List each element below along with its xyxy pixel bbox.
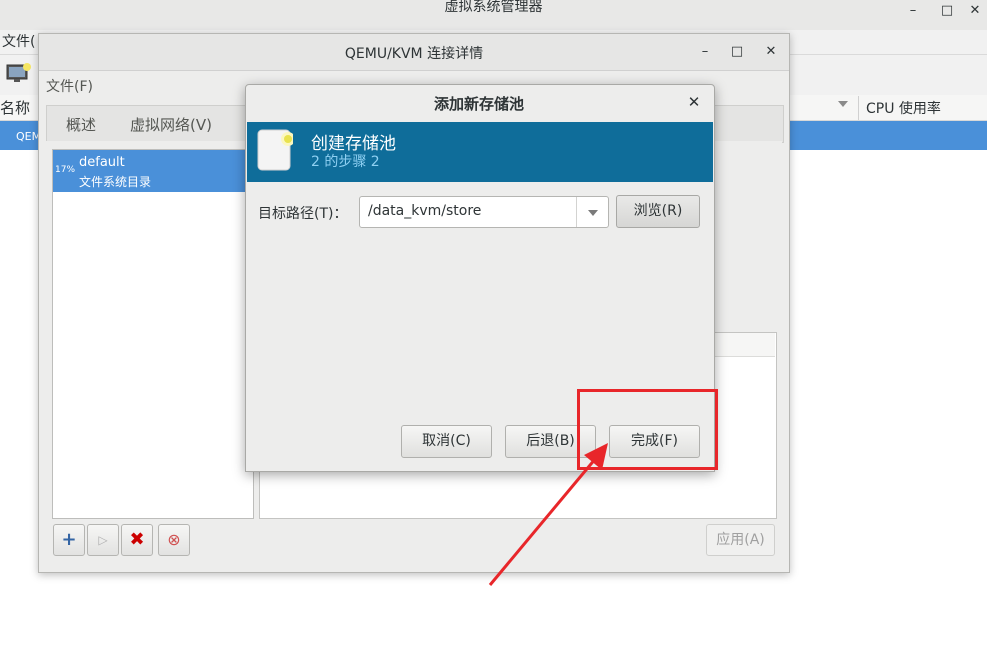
stop-icon: ⊗ (167, 530, 181, 549)
delete-icon: ✖ (129, 529, 145, 550)
storage-pool-list (52, 149, 254, 519)
add-pool-button[interactable]: + (53, 524, 85, 556)
apply-button[interactable]: 应用(A) (706, 524, 775, 556)
pool-name: default (79, 155, 125, 170)
minimize-icon[interactable]: – (694, 41, 716, 63)
cancel-button[interactable]: 取消(C) (401, 425, 492, 458)
monitor-icon[interactable] (6, 62, 32, 84)
connection-window-title: QEMU/KVM 连接详情 (344, 46, 484, 62)
start-pool-button[interactable]: ▷ (87, 524, 119, 556)
close-icon[interactable]: ✕ (760, 41, 782, 63)
pool-usage-percent: 17% (55, 165, 76, 175)
tab-virtual-networks[interactable]: 虚拟网络(V) (130, 114, 212, 135)
annotation-highlight-box (577, 389, 718, 470)
main-window-title: 虚拟系统管理器 (444, 0, 543, 15)
main-menu-file[interactable]: 文件( (2, 31, 35, 51)
browse-button[interactable]: 浏览(R) (616, 195, 700, 228)
chevron-down-icon[interactable] (838, 101, 848, 107)
play-icon: ▷ (98, 533, 108, 547)
header-cpu-usage[interactable]: CPU 使用率 (866, 98, 941, 118)
delete-pool-button[interactable]: ✖ (121, 524, 153, 556)
maximize-icon[interactable]: □ (726, 41, 748, 63)
header-divider (858, 96, 859, 120)
connection-menu-file[interactable]: 文件(F) (46, 76, 93, 96)
close-icon[interactable]: ✕ (964, 0, 986, 22)
target-path-input[interactable]: /data_kvm/store (368, 203, 481, 219)
banner-step: 2 的步骤 2 (311, 154, 380, 170)
maximize-icon[interactable]: □ (936, 0, 958, 22)
minimize-icon[interactable]: – (902, 0, 924, 22)
close-icon[interactable]: ✕ (684, 92, 704, 112)
tab-overview[interactable]: 概述 (66, 114, 96, 135)
dropdown-arrow-icon[interactable] (588, 210, 598, 216)
storage-pool-icon (257, 129, 293, 171)
pool-type: 文件系统目录 (79, 175, 152, 189)
combo-divider (576, 197, 577, 227)
header-name[interactable]: 名称 (0, 97, 30, 118)
dialog-title: 添加新存储池 (433, 95, 524, 113)
target-path-label: 目标路径(T)： (258, 206, 348, 222)
stop-pool-button[interactable]: ⊗ (158, 524, 190, 556)
add-icon: + (61, 529, 77, 550)
